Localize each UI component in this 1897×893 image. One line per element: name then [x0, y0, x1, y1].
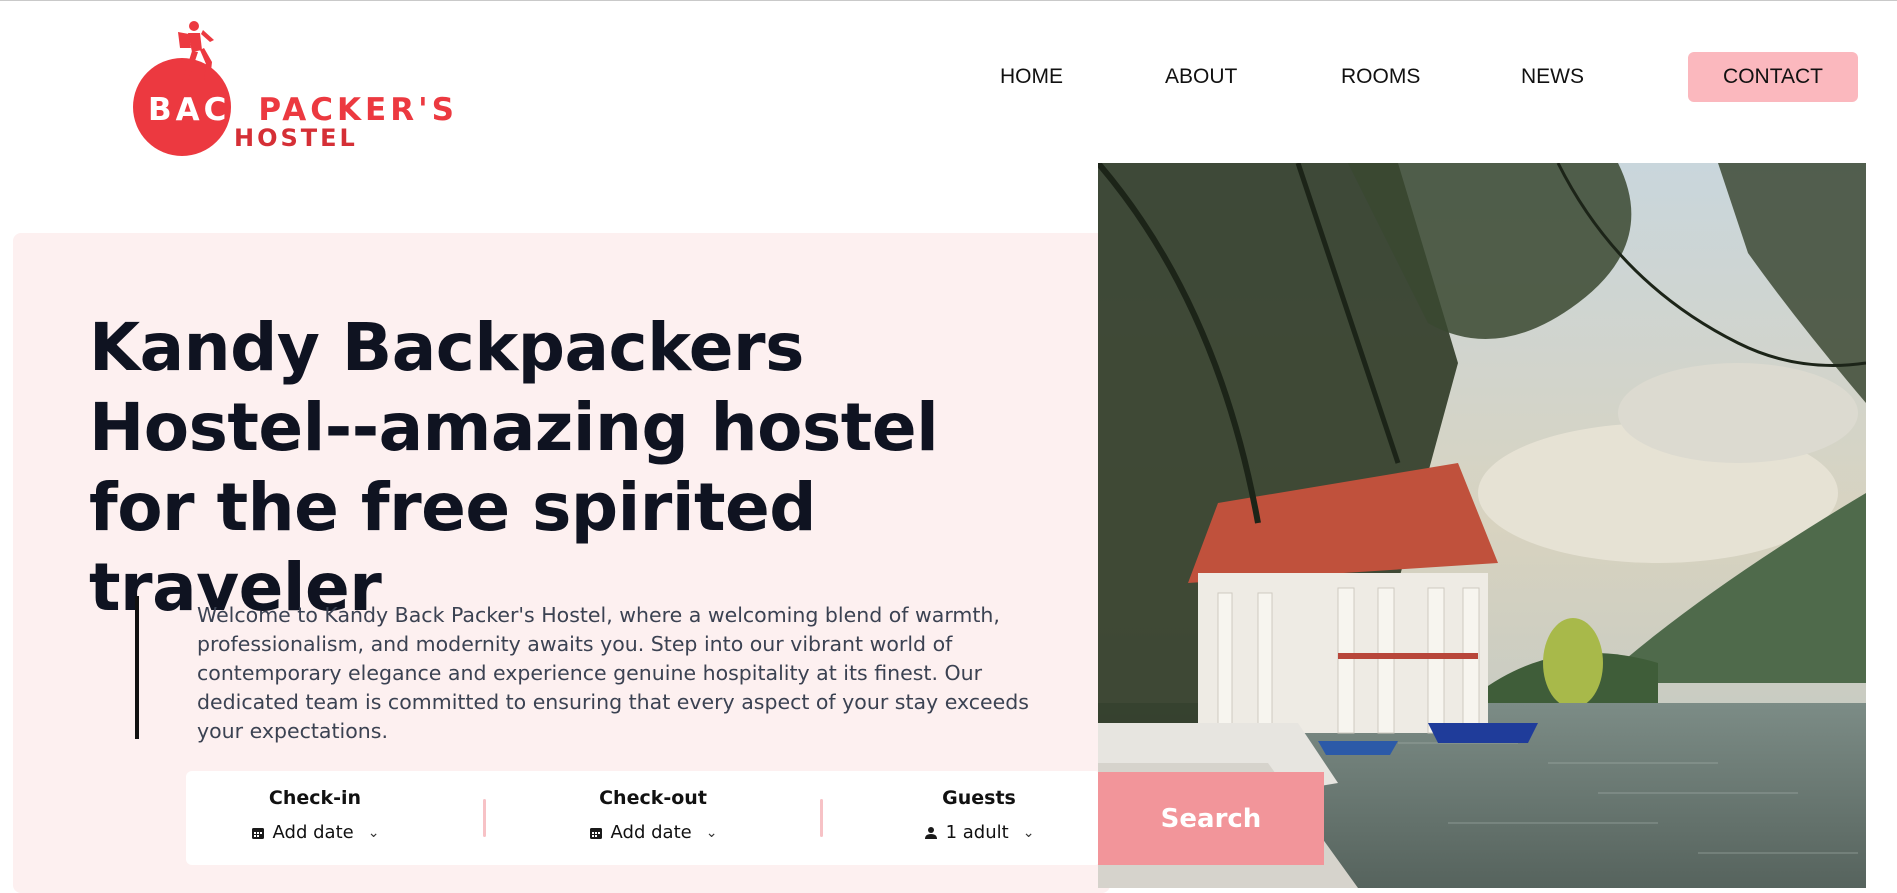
- calendar-icon: [251, 827, 264, 839]
- search-button[interactable]: Search: [1098, 772, 1324, 865]
- checkin-date-picker[interactable]: Add date ⌄: [251, 822, 380, 843]
- checkin-value: Add date: [272, 822, 354, 843]
- nav-about-link[interactable]: ABOUT: [1165, 65, 1237, 89]
- logo-word-hostel: HOSTEL: [234, 124, 358, 152]
- contact-button[interactable]: CONTACT: [1688, 52, 1858, 102]
- field-separator: [820, 799, 823, 837]
- checkin-field[interactable]: Check-in Add date ⌄: [215, 787, 415, 844]
- user-icon: [924, 826, 937, 839]
- top-border: [0, 0, 1897, 1]
- calendar-icon: [589, 827, 602, 839]
- booking-bar: Check-in Add date ⌄ Check-out Add date ⌄…: [186, 771, 1101, 865]
- checkout-label: Check-out: [599, 787, 707, 809]
- nav-home-link[interactable]: HOME: [1000, 65, 1063, 89]
- field-separator: [483, 799, 486, 837]
- checkout-date-picker[interactable]: Add date ⌄: [589, 822, 718, 843]
- hero-title: Kandy Backpackers Hostel--amazing hostel…: [89, 309, 939, 626]
- quote-bar: [135, 596, 139, 739]
- checkin-label: Check-in: [268, 787, 362, 809]
- chevron-down-icon: ⌄: [1022, 824, 1035, 841]
- checkout-field[interactable]: Check-out Add date ⌄: [553, 787, 753, 844]
- guests-selector[interactable]: 1 adult ⌄: [924, 822, 1035, 843]
- hero-description: Welcome to Kandy Back Packer's Hostel, w…: [197, 603, 1029, 743]
- nav-rooms-link[interactable]: ROOMS: [1341, 65, 1420, 89]
- main-nav: HOME ABOUT ROOMS NEWS CONTACT: [0, 52, 1897, 102]
- chevron-down-icon: ⌄: [367, 824, 380, 841]
- guests-label: Guests: [942, 787, 1016, 809]
- checkout-value: Add date: [610, 822, 692, 843]
- guests-value: 1 adult: [945, 822, 1009, 843]
- chevron-down-icon: ⌄: [705, 824, 718, 841]
- guests-field[interactable]: Guests 1 adult ⌄: [879, 787, 1079, 844]
- nav-news-link[interactable]: NEWS: [1521, 65, 1584, 89]
